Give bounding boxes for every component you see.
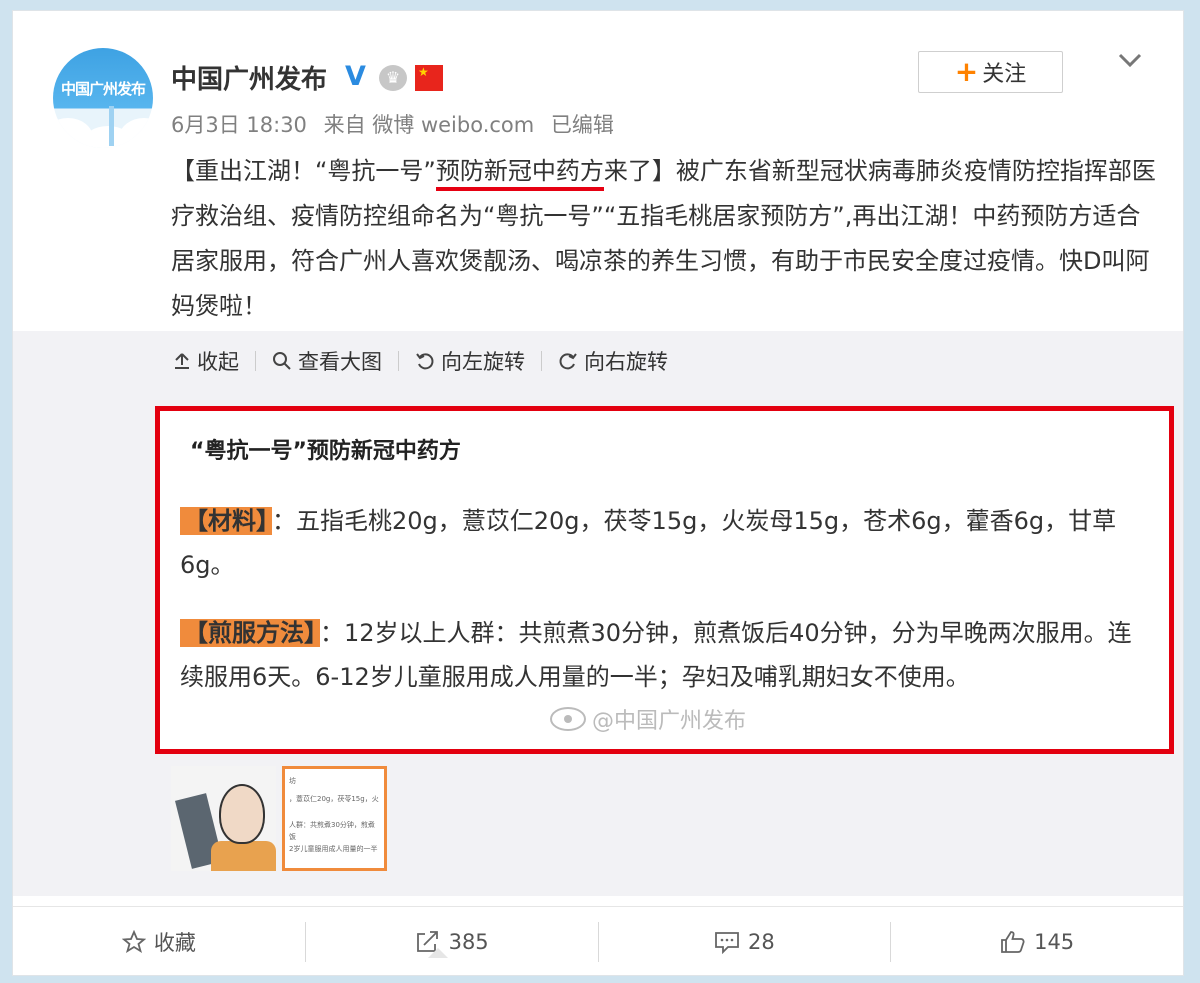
watermark: @中国广州发布 bbox=[550, 703, 746, 735]
view-large-button[interactable]: 查看大图 bbox=[272, 346, 382, 376]
view-large-label: 查看大图 bbox=[298, 350, 382, 374]
rotate-left-label: 向左旋转 bbox=[441, 350, 525, 374]
method-text: ：12岁以上人群：共煎煮30分钟，煎煮饭后40分钟，分为早晚两次服用。连续服用6… bbox=[180, 619, 1132, 691]
method-paragraph: 【煎服方法】 ：12岁以上人群：共煎煮30分钟，煎煮饭后40分钟，分为早晚两次服用… bbox=[180, 611, 1140, 699]
rotate-left-icon bbox=[416, 353, 434, 370]
thumbnail-recipe[interactable]: 坊 ，薏苡仁20g，茯苓15g，火 人群：共煎煮30分钟，煎煮饭 2岁儿童服用成… bbox=[282, 766, 387, 871]
avatar-text: 中国广州发布 bbox=[60, 80, 146, 98]
canton-tower-icon bbox=[109, 106, 114, 146]
thumbnail-strip: 坊 ，薏苡仁20g，茯苓15g，火 人群：共煎煮30分钟，煎煮饭 2岁儿童服用成… bbox=[171, 766, 387, 871]
thumbs-up-icon bbox=[1001, 931, 1025, 953]
weibo-post-card: 中国广州发布 中国广州发布 V ♛ + 关注 6月3日 18:30 来自 微博 … bbox=[12, 10, 1184, 976]
post-text-start: 【重出江湖！“粤抗一号” bbox=[171, 157, 436, 185]
divider bbox=[398, 351, 399, 371]
post-meta: 6月3日 18:30 来自 微博 weibo.com 已编辑 bbox=[171, 109, 614, 139]
star-icon bbox=[121, 930, 146, 953]
chevron-down-icon[interactable] bbox=[1117, 47, 1143, 73]
post-time[interactable]: 6月3日 18:30 bbox=[171, 113, 307, 137]
favorite-label: 收藏 bbox=[153, 931, 196, 955]
comment-count: 28 bbox=[748, 930, 775, 954]
image-title: “粤抗一号”预防新冠中药方 bbox=[190, 439, 461, 464]
comment-icon bbox=[715, 932, 739, 954]
image-toolbar: 收起 查看大图 向左旋转 向右旋转 bbox=[173, 341, 668, 381]
expanded-image[interactable]: “粤抗一号”预防新冠中药方 【材料】 ：五指毛桃20g，薏苡仁20g，茯苓15g，… bbox=[155, 406, 1174, 754]
repost-button[interactable]: 385 bbox=[304, 922, 598, 962]
materials-paragraph: 【材料】 ：五指毛桃20g，薏苡仁20g，茯苓15g，火炭母15g，苍术6g，藿香… bbox=[180, 499, 1140, 587]
verified-icon: V bbox=[345, 61, 366, 92]
comment-button[interactable]: 28 bbox=[597, 922, 891, 962]
crown-icon: ♛ bbox=[379, 65, 407, 91]
rotate-right-icon bbox=[559, 353, 577, 370]
post-source[interactable]: 来自 微博 weibo.com bbox=[324, 113, 535, 137]
favorite-button[interactable]: 收藏 bbox=[13, 922, 305, 962]
collapse-button[interactable]: 收起 bbox=[173, 346, 239, 376]
collapse-label: 收起 bbox=[197, 350, 239, 374]
like-button[interactable]: 145 bbox=[890, 922, 1183, 962]
search-icon bbox=[273, 352, 291, 370]
materials-tag: 【材料】 bbox=[180, 507, 272, 535]
thumbnail-cartoon[interactable] bbox=[171, 766, 276, 871]
action-bar: 收藏 385 28 145 bbox=[13, 906, 1183, 977]
divider bbox=[255, 351, 256, 371]
thumbnail-line: 2岁儿童服用成人用量的一半 bbox=[289, 845, 378, 853]
repost-count: 385 bbox=[448, 930, 489, 954]
avatar[interactable]: 中国广州发布 bbox=[53, 48, 153, 148]
post-text-highlight: 预防新冠中药方 bbox=[435, 157, 604, 191]
collapse-icon bbox=[175, 353, 189, 369]
user-name[interactable]: 中国广州发布 bbox=[171, 59, 327, 96]
materials-text: ：五指毛桃20g，薏苡仁20g，茯苓15g，火炭母15g，苍术6g，藿香6g，甘… bbox=[180, 507, 1117, 579]
divider bbox=[541, 351, 542, 371]
post-text: 【重出江湖！“粤抗一号”预防新冠中药方来了】被广东省新型冠状病毒肺炎疫情防控指挥… bbox=[171, 149, 1161, 329]
method-tag: 【煎服方法】 bbox=[180, 619, 320, 647]
repost-indicator-arrow bbox=[428, 948, 448, 958]
rotate-right-button[interactable]: 向右旋转 bbox=[558, 346, 668, 376]
thumbnail-line: 坊 bbox=[289, 777, 296, 785]
edited-label[interactable]: 已编辑 bbox=[551, 113, 614, 137]
follow-label: 关注 bbox=[982, 62, 1027, 87]
cartoon-face-icon bbox=[219, 784, 265, 844]
thumbnail-line: 人群：共煎煮30分钟，煎煮饭 bbox=[289, 821, 375, 841]
weibo-logo-icon bbox=[550, 707, 586, 731]
rotate-right-label: 向右旋转 bbox=[584, 350, 668, 374]
like-count: 145 bbox=[1034, 930, 1075, 954]
thumbnail-line: ，薏苡仁20g，茯苓15g，火 bbox=[289, 795, 379, 803]
follow-button[interactable]: + 关注 bbox=[918, 51, 1063, 93]
watermark-text: @中国广州发布 bbox=[592, 709, 747, 734]
plus-icon: + bbox=[954, 55, 979, 88]
china-flag-icon bbox=[415, 65, 443, 91]
rotate-left-button[interactable]: 向左旋转 bbox=[415, 346, 525, 376]
